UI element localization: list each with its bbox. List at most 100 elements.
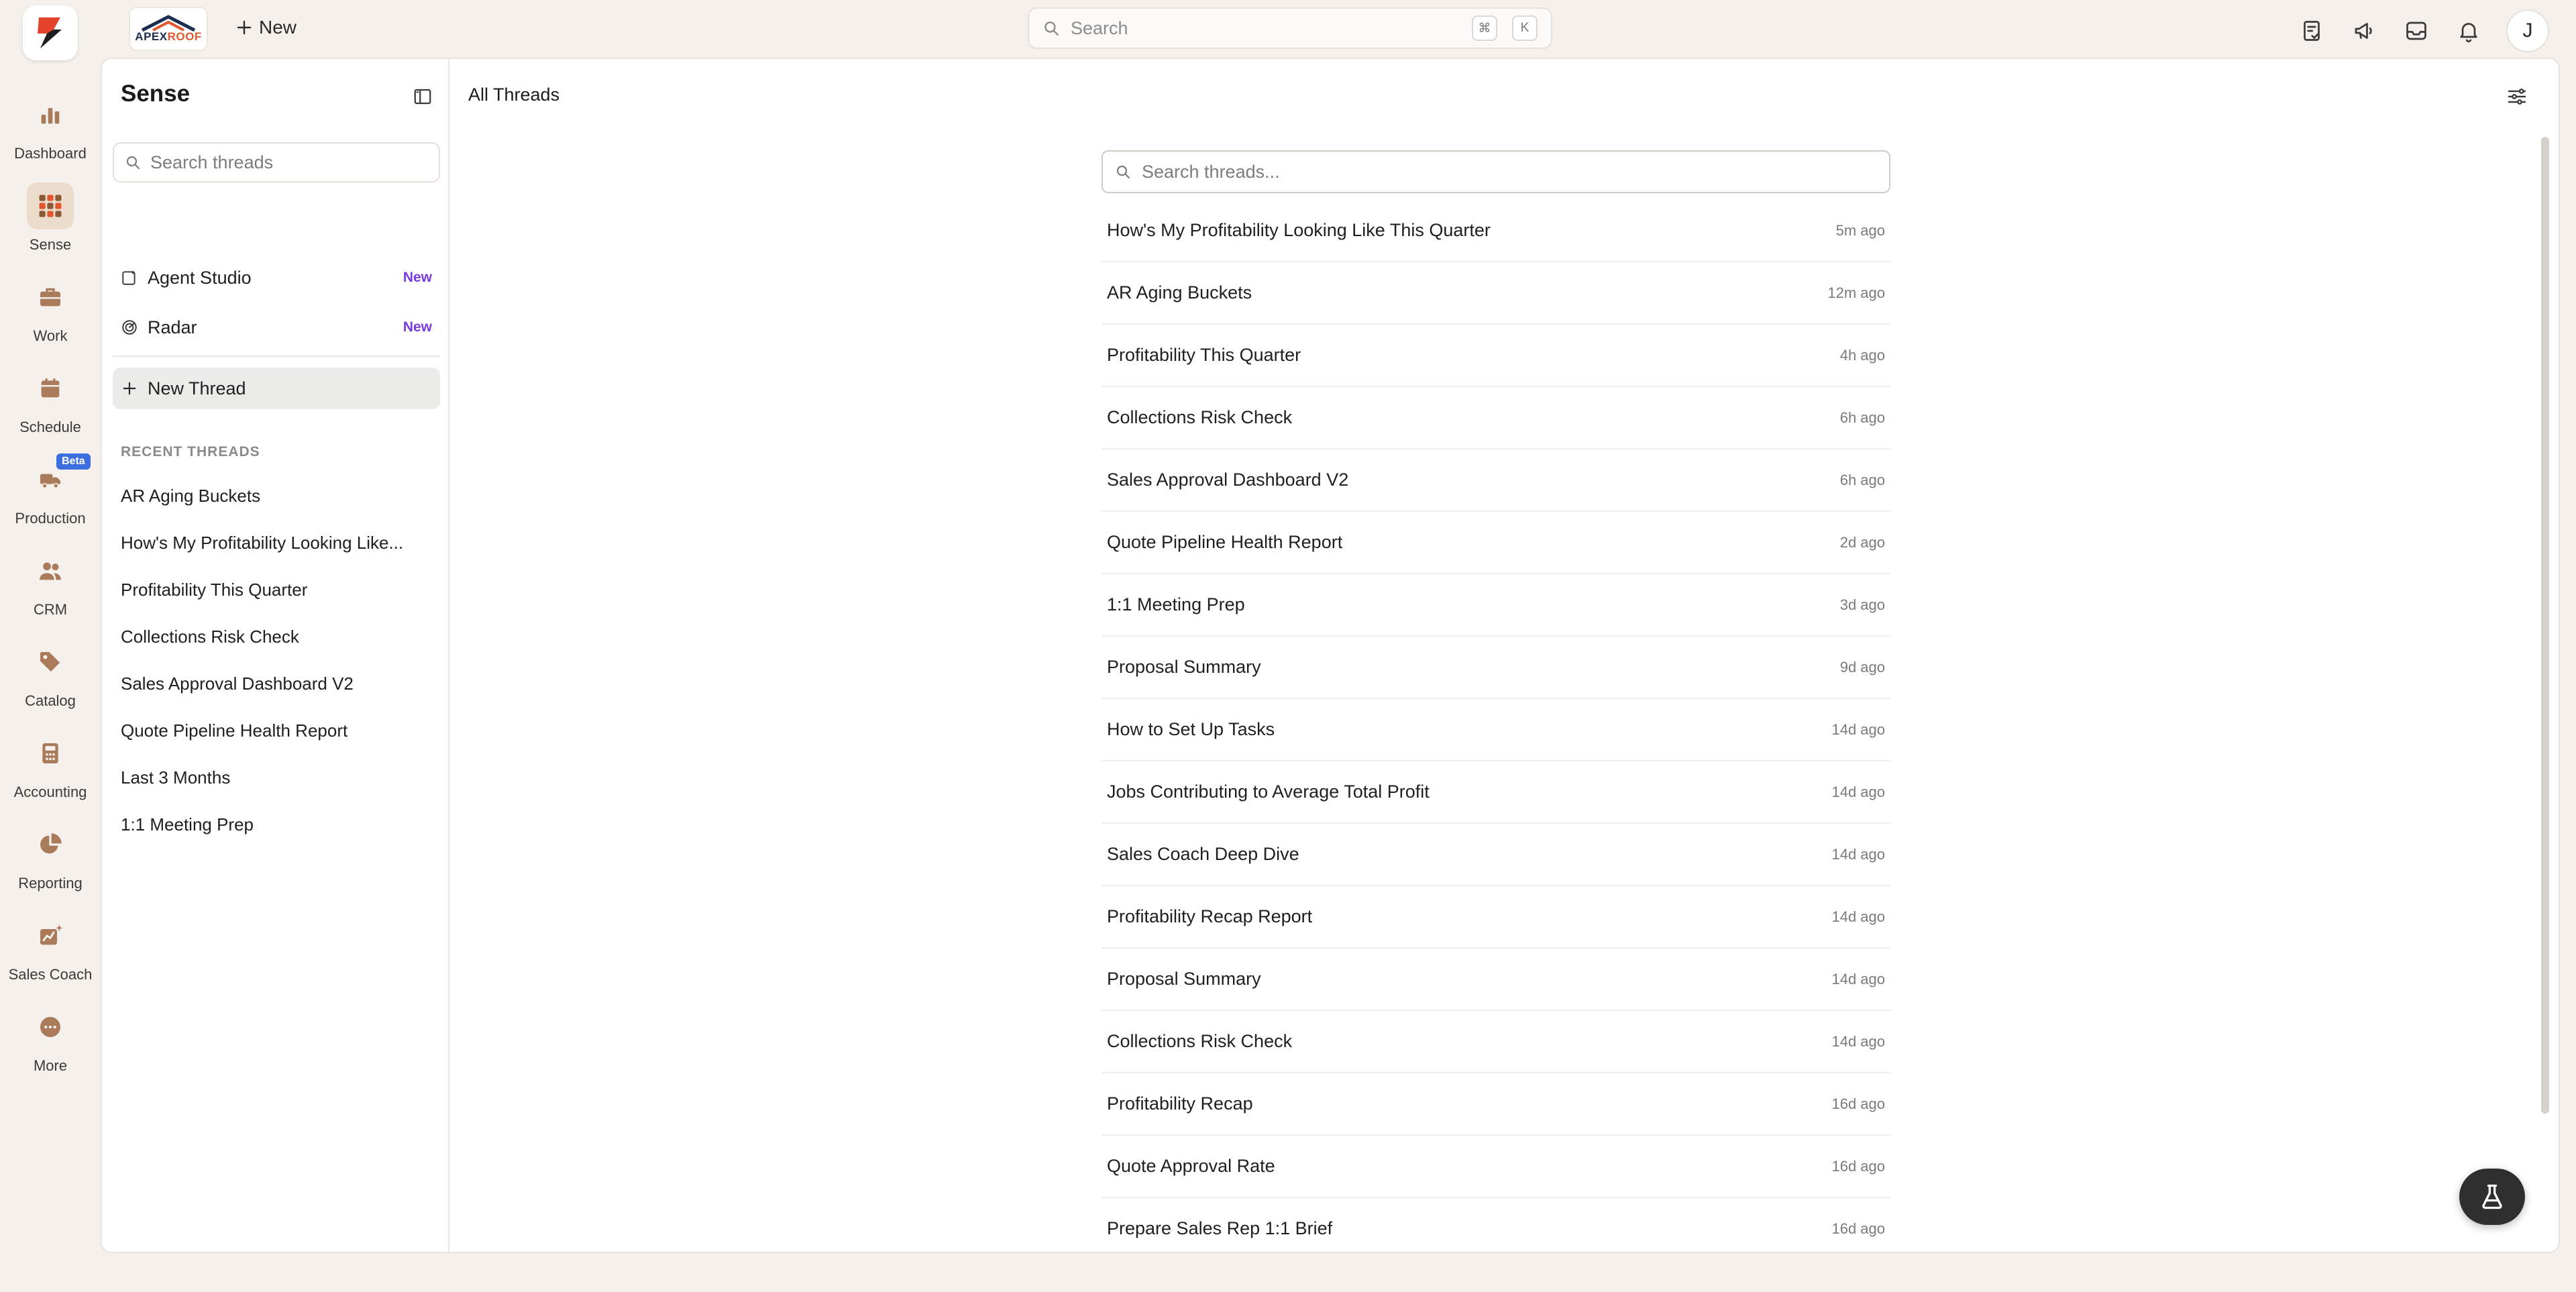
thread-time: 4h ago xyxy=(1839,346,1885,364)
bar-chart-icon xyxy=(41,108,60,124)
thread-row[interactable]: AR Aging Buckets 12m ago xyxy=(1102,262,1890,325)
thread-row[interactable]: 1:1 Meeting Prep 3d ago xyxy=(1102,574,1890,637)
rail-item-more[interactable]: More xyxy=(0,986,101,1077)
thread-title: AR Aging Buckets xyxy=(1107,282,1252,303)
rail-item-sales-coach[interactable]: Sales Coach xyxy=(0,895,101,986)
threads-search-input[interactable]: Search threads... xyxy=(1102,150,1890,193)
thread-title: Quote Pipeline Health Report xyxy=(1107,532,1343,552)
thread-row[interactable]: Profitability Recap 16d ago xyxy=(1102,1073,1890,1136)
rail-item-schedule[interactable]: Schedule xyxy=(0,347,101,439)
thread-title: Profitability This Quarter xyxy=(1107,345,1301,365)
inbox-button[interactable] xyxy=(2398,12,2435,50)
thread-time: 14d ago xyxy=(1831,970,1885,987)
rail-label: Catalog xyxy=(25,692,76,709)
thread-title: Collections Risk Check xyxy=(1107,1031,1293,1051)
rail-item-sense[interactable]: Sense xyxy=(0,165,101,256)
left-rail: Dashboard Sense Work Schedule Beta Produ… xyxy=(0,74,101,1077)
thread-row[interactable]: How to Set Up Tasks 14d ago xyxy=(1102,699,1890,761)
thread-title: Profitability Recap xyxy=(1107,1093,1253,1114)
plus-icon xyxy=(237,20,252,35)
thread-row[interactable]: Proposal Summary 14d ago xyxy=(1102,949,1890,1011)
tag-icon xyxy=(40,652,60,672)
thread-row[interactable]: Sales Coach Deep Dive 14d ago xyxy=(1102,824,1890,886)
new-thread-button[interactable]: New Thread xyxy=(113,368,440,409)
clipboard-check-icon xyxy=(2304,21,2320,41)
roof-logo-icon xyxy=(141,15,196,32)
rail-item-reporting[interactable]: Reporting xyxy=(0,804,101,895)
sidebar-search-placeholder: Search threads xyxy=(150,152,274,172)
rail-item-production[interactable]: Beta Production xyxy=(0,439,101,530)
app-logo[interactable] xyxy=(23,5,78,60)
recent-thread-item[interactable]: Sales Approval Dashboard V2 xyxy=(121,660,429,707)
sidebar-link-radar[interactable]: Radar New xyxy=(113,306,440,349)
rail-item-catalog[interactable]: Catalog xyxy=(0,621,101,712)
flask-icon xyxy=(2482,1184,2502,1209)
sidebar-divider xyxy=(113,356,440,357)
rail-item-dashboard[interactable]: Dashboard xyxy=(0,74,101,165)
rail-label: Schedule xyxy=(19,419,81,435)
thread-row[interactable]: Profitability Recap Report 14d ago xyxy=(1102,886,1890,949)
thread-row[interactable]: Collections Risk Check 6h ago xyxy=(1102,387,1890,449)
thread-row[interactable]: Sales Approval Dashboard V2 6h ago xyxy=(1102,449,1890,512)
recent-thread-item[interactable]: How's My Profitability Looking Like... xyxy=(121,519,429,566)
kbd-cmd: ⌘ xyxy=(1472,15,1497,41)
rail-item-crm[interactable]: CRM xyxy=(0,530,101,621)
briefcase-icon xyxy=(40,288,60,307)
inbox-icon xyxy=(2406,21,2426,40)
announcements-button[interactable] xyxy=(2345,12,2383,50)
recent-thread-item[interactable]: AR Aging Buckets xyxy=(121,472,429,519)
company-logo[interactable]: APEXROOF xyxy=(129,7,208,51)
thread-row[interactable]: Collections Risk Check 14d ago xyxy=(1102,1011,1890,1073)
company-brand-text: APEXROOF xyxy=(135,30,202,43)
filter-settings-button[interactable] xyxy=(2501,80,2533,113)
sidebar-link-agent-studio[interactable]: Agent Studio New xyxy=(113,256,440,299)
recent-threads-heading: RECENT THREADS xyxy=(121,444,260,460)
sidebar-link-label: Radar xyxy=(148,317,197,337)
labs-fab-button[interactable] xyxy=(2459,1169,2525,1225)
kbd-k: K xyxy=(1512,15,1538,41)
notifications-button[interactable] xyxy=(2450,12,2487,50)
recent-thread-item[interactable]: Collections Risk Check xyxy=(121,613,429,660)
thread-title: Quote Approval Rate xyxy=(1107,1156,1275,1176)
thread-row[interactable]: How's My Profitability Looking Like This… xyxy=(1102,200,1890,262)
thread-time: 14d ago xyxy=(1831,845,1885,863)
thread-title: Sales Coach Deep Dive xyxy=(1107,844,1299,864)
sidebar-search-input[interactable]: Search threads xyxy=(113,142,440,182)
thread-time: 16d ago xyxy=(1831,1157,1885,1175)
recent-thread-item[interactable]: Quote Pipeline Health Report xyxy=(121,707,429,754)
rail-label: Sales Coach xyxy=(8,966,93,983)
new-button[interactable]: New xyxy=(228,12,305,43)
threads-content: All Threads Search threads... How's My P… xyxy=(449,59,2559,1252)
thread-time: 2d ago xyxy=(1839,533,1885,551)
global-search[interactable]: Search ⌘ K xyxy=(1028,7,1552,49)
thread-row[interactable]: Prepare Sales Rep 1:1 Brief 16d ago xyxy=(1102,1198,1890,1252)
thread-title: How's My Profitability Looking Like This… xyxy=(1107,220,1491,240)
thread-row[interactable]: Profitability This Quarter 4h ago xyxy=(1102,325,1890,387)
thread-row[interactable]: Jobs Contributing to Average Total Profi… xyxy=(1102,761,1890,824)
rail-label: Production xyxy=(15,510,86,527)
thread-time: 3d ago xyxy=(1839,596,1885,613)
collapse-sidebar-button[interactable] xyxy=(409,83,436,110)
more-icon xyxy=(40,1017,60,1037)
rail-item-accounting[interactable]: Accounting xyxy=(0,712,101,804)
top-bar: APEXROOF New Search ⌘ K J xyxy=(0,0,2576,60)
recent-thread-item[interactable]: Profitability This Quarter xyxy=(121,566,429,613)
scrollbar-thumb[interactable] xyxy=(2541,137,2549,1114)
recent-thread-item[interactable]: Last 3 Months xyxy=(121,754,429,801)
user-avatar[interactable]: J xyxy=(2506,9,2549,52)
new-badge: New xyxy=(402,319,432,335)
sense-sidebar: Sense Search threads Agent Studio New Ra… xyxy=(102,59,449,1252)
rail-item-work[interactable]: Work xyxy=(0,256,101,347)
thread-time: 14d ago xyxy=(1831,908,1885,925)
thread-row[interactable]: Proposal Summary 9d ago xyxy=(1102,637,1890,699)
tasks-button[interactable] xyxy=(2293,12,2330,50)
new-button-label: New xyxy=(259,17,297,38)
rail-label: Accounting xyxy=(13,784,87,800)
thread-list: How's My Profitability Looking Like This… xyxy=(1102,200,1890,1252)
recent-thread-item[interactable]: 1:1 Meeting Prep xyxy=(121,801,429,848)
thread-title: Proposal Summary xyxy=(1107,969,1261,989)
thread-row[interactable]: Quote Pipeline Health Report 2d ago xyxy=(1102,512,1890,574)
thread-row[interactable]: Quote Approval Rate 16d ago xyxy=(1102,1136,1890,1198)
calendar-icon xyxy=(41,378,60,398)
thread-title: How to Set Up Tasks xyxy=(1107,719,1275,739)
